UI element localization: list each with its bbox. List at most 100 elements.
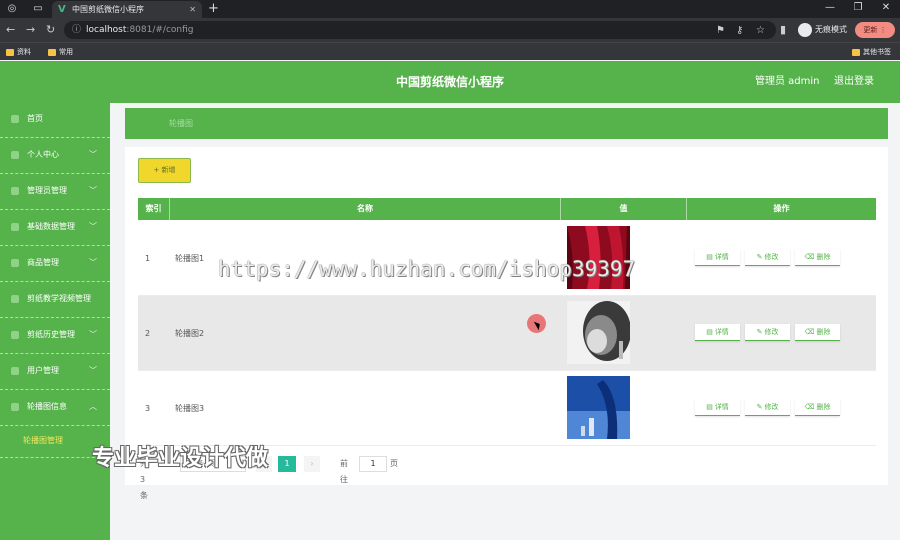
detail-label: 详情 bbox=[714, 328, 729, 336]
url-host: localhost bbox=[86, 25, 127, 35]
logout-button[interactable]: 退出登录 bbox=[834, 61, 874, 103]
detail-button[interactable]: ▤ 详情 bbox=[695, 249, 740, 266]
chevron-down-icon: ﹀ bbox=[89, 330, 97, 339]
delete-button[interactable]: ⌫ 删除 bbox=[795, 399, 840, 416]
bookmark-folder-1[interactable]: 资料 bbox=[6, 46, 31, 58]
chevron-down-icon: ﹀ bbox=[89, 258, 97, 267]
key-icon[interactable]: ⚷ bbox=[736, 24, 743, 38]
minimize-icon[interactable]: — bbox=[820, 0, 840, 16]
bookmark-folder-2[interactable]: 常用 bbox=[48, 46, 73, 58]
blocked-icon[interactable]: ⚑ bbox=[716, 24, 725, 38]
admin-label: 管理员 admin bbox=[755, 76, 820, 87]
close-window-icon[interactable]: ✕ bbox=[876, 0, 896, 16]
edit-button[interactable]: ✎ 修改 bbox=[745, 324, 790, 341]
bookmark-label: 资料 bbox=[17, 48, 31, 56]
column-header-actions: 操作 bbox=[687, 198, 876, 220]
sidebar-item-videos[interactable]: 剪纸教学视频管理 bbox=[0, 282, 110, 318]
breadcrumb[interactable]: 轮播图 bbox=[169, 108, 193, 139]
edit-button[interactable]: ✎ 修改 bbox=[745, 399, 790, 416]
detail-label: 详情 bbox=[714, 253, 729, 261]
sidebar-item-products[interactable]: 商品管理 ﹀ bbox=[0, 246, 110, 282]
address-bar[interactable]: ⓘ localhost:8081/#/config ⚑ ⚷ ☆ bbox=[64, 21, 776, 39]
column-header-index: 索引 bbox=[138, 198, 170, 220]
delete-label: 删除 bbox=[816, 403, 831, 411]
bookmarks-bar: 资料 常用 其他书签 bbox=[0, 42, 900, 60]
edit-label: 修改 bbox=[764, 253, 779, 261]
sidebar-item-label: 轮播图信息 bbox=[27, 402, 67, 411]
folder-icon bbox=[6, 48, 14, 56]
close-tab-icon[interactable]: ✕ bbox=[189, 1, 196, 18]
column-header-value: 值 bbox=[561, 198, 687, 220]
update-button[interactable]: 更新 ⋮ bbox=[855, 22, 895, 38]
row-name: 轮播图3 bbox=[175, 404, 205, 413]
sidepanel-icon[interactable]: ▮ bbox=[780, 23, 786, 37]
add-button[interactable]: + 新增 bbox=[138, 158, 191, 183]
edit-label: 修改 bbox=[764, 403, 779, 411]
goto-page-input[interactable]: 1 bbox=[359, 456, 387, 472]
sidebar-item-profile[interactable]: 个人中心 ﹀ bbox=[0, 138, 110, 174]
incognito-icon bbox=[798, 22, 812, 37]
database-icon bbox=[11, 223, 19, 231]
browser-tab-strip: ◎ ▭ V 中国剪纸微信小程序 ✕ + — ❐ ✕ bbox=[0, 0, 900, 18]
pencil-icon: ✎ bbox=[756, 328, 763, 336]
row-index: 2 bbox=[145, 329, 151, 338]
sidebar-item-label: 剪纸历史管理 bbox=[27, 330, 75, 339]
chevron-down-icon: ﹀ bbox=[89, 222, 97, 231]
column-header-name: 名称 bbox=[170, 198, 561, 220]
carousel-image-blue-sky[interactable] bbox=[567, 376, 630, 439]
browser-toolbar: ← → ↻ ⓘ localhost:8081/#/config ⚑ ⚷ ☆ ▮ … bbox=[0, 18, 900, 42]
sidebar-item-label: 个人中心 bbox=[27, 150, 59, 159]
document-icon: ▤ bbox=[706, 403, 713, 411]
row-name: 轮播图1 bbox=[175, 254, 205, 263]
detail-button[interactable]: ▤ 详情 bbox=[695, 324, 740, 341]
sidebar-item-label: 基础数据管理 bbox=[27, 222, 75, 231]
page-unit-label: 页 bbox=[390, 459, 398, 468]
table-row: 3 轮播图3 ▤ 详情 ✎ 修改 ⌫ 删除 bbox=[138, 371, 876, 446]
edit-button[interactable]: ✎ 修改 bbox=[745, 249, 790, 266]
carousel-image-grey-bw[interactable] bbox=[567, 301, 630, 364]
tab-search-icon[interactable]: ▭ bbox=[32, 3, 44, 15]
pencil-icon: ✎ bbox=[756, 403, 763, 411]
sidebar-item-carousel[interactable]: 轮播图信息 ︿ bbox=[0, 390, 110, 426]
delete-button[interactable]: ⌫ 删除 bbox=[795, 249, 840, 266]
delete-button[interactable]: ⌫ 删除 bbox=[795, 324, 840, 341]
folder-icon bbox=[48, 48, 56, 56]
incognito-indicator[interactable]: 无痕模式 bbox=[798, 22, 847, 38]
reload-icon[interactable]: ↻ bbox=[46, 23, 55, 37]
browser-tab[interactable]: V 中国剪纸微信小程序 ✕ bbox=[52, 1, 202, 18]
watermark-url: https://www.huzhan.com/ishop39397 bbox=[218, 257, 636, 281]
other-bookmarks[interactable]: 其他书签 bbox=[852, 46, 891, 58]
next-page-button[interactable]: › bbox=[304, 456, 320, 472]
history-icon bbox=[11, 331, 19, 339]
forward-icon[interactable]: → bbox=[26, 23, 35, 37]
watermark-ad: 专业毕业设计代做 bbox=[92, 446, 269, 471]
new-tab-icon[interactable]: + bbox=[208, 0, 219, 17]
document-icon: ▤ bbox=[706, 253, 713, 261]
video-icon bbox=[11, 295, 19, 303]
star-icon[interactable]: ☆ bbox=[756, 24, 765, 38]
bookmark-label: 常用 bbox=[59, 48, 73, 56]
delete-label: 删除 bbox=[816, 328, 831, 336]
sidebar-item-users[interactable]: 用户管理 ﹀ bbox=[0, 354, 110, 390]
delete-label: 删除 bbox=[816, 253, 831, 261]
users-icon bbox=[11, 367, 19, 375]
globe-icon[interactable]: ◎ bbox=[6, 3, 18, 15]
maximize-icon[interactable]: ❐ bbox=[848, 0, 868, 16]
chevron-up-icon: ︿ bbox=[89, 402, 97, 411]
folder-icon bbox=[852, 48, 860, 56]
sidebar-item-label: 用户管理 bbox=[27, 366, 59, 375]
row-name: 轮播图2 bbox=[175, 329, 205, 338]
detail-button[interactable]: ▤ 详情 bbox=[695, 399, 740, 416]
sidebar-item-history[interactable]: 剪纸历史管理 ﹀ bbox=[0, 318, 110, 354]
trash-icon: ⌫ bbox=[804, 253, 815, 261]
back-icon[interactable]: ← bbox=[6, 23, 15, 37]
sidebar-item-home[interactable]: 首页 bbox=[0, 102, 110, 138]
sidebar-item-label: 剪纸教学视频管理 bbox=[27, 294, 91, 303]
trash-icon: ⌫ bbox=[804, 403, 815, 411]
sidebar-item-admins[interactable]: 管理员管理 ﹀ bbox=[0, 174, 110, 210]
page-number-current[interactable]: 1 bbox=[278, 456, 296, 472]
site-info-icon[interactable]: ⓘ bbox=[72, 21, 81, 39]
bookmark-label: 其他书签 bbox=[863, 48, 891, 56]
row-index: 3 bbox=[145, 404, 151, 413]
sidebar-item-basedata[interactable]: 基础数据管理 ﹀ bbox=[0, 210, 110, 246]
